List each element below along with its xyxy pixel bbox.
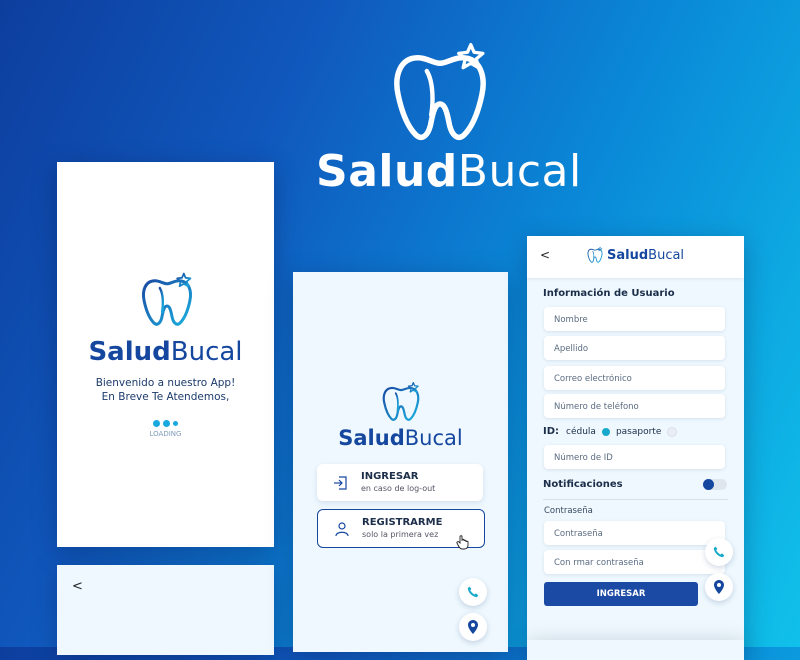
correo-field[interactable] bbox=[544, 366, 725, 391]
apellido-input[interactable] bbox=[544, 337, 724, 361]
location-button[interactable] bbox=[705, 573, 733, 601]
login-icon bbox=[334, 476, 347, 490]
welcome-line-2: En Breve Te Atendemos, bbox=[101, 391, 230, 403]
loading-label: LOADING bbox=[149, 430, 182, 438]
cedula-radio[interactable] bbox=[601, 427, 610, 436]
location-pin-icon bbox=[468, 620, 478, 634]
pasaporte-label: pasaporte bbox=[615, 426, 662, 437]
id-type-row: ID: cédula pasaporte bbox=[543, 426, 683, 437]
ingresar-title: INGRESAR bbox=[361, 471, 419, 482]
telefono-field[interactable] bbox=[544, 394, 725, 419]
tooth-logo-icon bbox=[137, 270, 197, 330]
registrarme-button[interactable]: REGISTRARME solo la primera vez bbox=[317, 509, 485, 550]
ingresar-button[interactable]: INGRESAR en caso de log-out bbox=[317, 464, 483, 501]
nombre-field[interactable] bbox=[544, 307, 725, 332]
telefono-input[interactable] bbox=[544, 395, 724, 419]
confirmar-field[interactable] bbox=[544, 550, 725, 575]
correo-input[interactable] bbox=[544, 367, 724, 391]
user-icon bbox=[335, 522, 349, 537]
confirmar-input[interactable] bbox=[544, 551, 724, 575]
login-screen: SaludBucal INGRESAR en caso de log-out R… bbox=[293, 272, 508, 652]
welcome-message: Bienvenido a nuestro App! En Breve Te At… bbox=[57, 376, 274, 404]
apellido-field[interactable] bbox=[544, 336, 725, 361]
splash-screen: SaludBucal Bienvenido a nuestro App! En … bbox=[57, 162, 274, 547]
registrarme-subtitle: solo la primera vez bbox=[362, 530, 439, 539]
notificaciones-toggle[interactable] bbox=[703, 479, 727, 490]
registrarme-title: REGISTRARME bbox=[362, 517, 443, 528]
numero-id-input[interactable] bbox=[544, 446, 724, 470]
phone-icon bbox=[713, 546, 725, 558]
ingresar-subtitle: en caso de log-out bbox=[361, 484, 436, 493]
partial-screen-left: < bbox=[57, 565, 274, 655]
tooth-logo-icon bbox=[385, 38, 495, 148]
nombre-input[interactable] bbox=[544, 308, 724, 332]
toggle-knob bbox=[703, 479, 714, 490]
login-brand: SaludBucal bbox=[338, 426, 463, 450]
phone-button[interactable] bbox=[705, 538, 733, 566]
back-button[interactable]: < bbox=[540, 248, 550, 262]
location-button[interactable] bbox=[459, 613, 487, 641]
loading-dot bbox=[173, 421, 178, 426]
registration-screen: < SaludBucal Información de Usuario ID: … bbox=[527, 236, 744, 648]
topbar-brand: SaludBucal bbox=[607, 248, 685, 263]
tooth-logo-icon bbox=[586, 246, 604, 264]
section-title: Información de Usuario bbox=[543, 288, 675, 299]
location-pin-icon bbox=[714, 580, 724, 594]
numero-id-field[interactable] bbox=[544, 445, 725, 470]
splash-brand: SaludBucal bbox=[88, 337, 243, 367]
password-label: Contraseña bbox=[544, 506, 593, 516]
partial-screen-right bbox=[527, 640, 744, 660]
phone-button[interactable] bbox=[459, 578, 487, 606]
contrasena-input[interactable] bbox=[544, 522, 724, 546]
hand-cursor-icon bbox=[456, 535, 469, 550]
tooth-logo-icon bbox=[379, 380, 423, 424]
top-bar: < SaludBucal bbox=[527, 236, 744, 278]
notificaciones-label: Notificaciones bbox=[543, 479, 623, 490]
contrasena-field[interactable] bbox=[544, 521, 725, 546]
divider bbox=[543, 499, 728, 500]
cedula-label: cédula bbox=[566, 426, 596, 437]
pasaporte-radio[interactable] bbox=[667, 426, 678, 437]
loading-dot bbox=[153, 420, 160, 427]
id-label: ID: bbox=[543, 426, 560, 437]
welcome-line-1: Bienvenido a nuestro App! bbox=[95, 377, 236, 389]
phone-icon bbox=[467, 586, 479, 598]
loading-dot bbox=[163, 420, 170, 427]
back-button[interactable]: < bbox=[72, 579, 83, 594]
submit-button[interactable]: INGRESAR bbox=[544, 582, 698, 606]
hero-brand: SaludBucal bbox=[316, 146, 582, 197]
loading-dots bbox=[153, 420, 178, 427]
